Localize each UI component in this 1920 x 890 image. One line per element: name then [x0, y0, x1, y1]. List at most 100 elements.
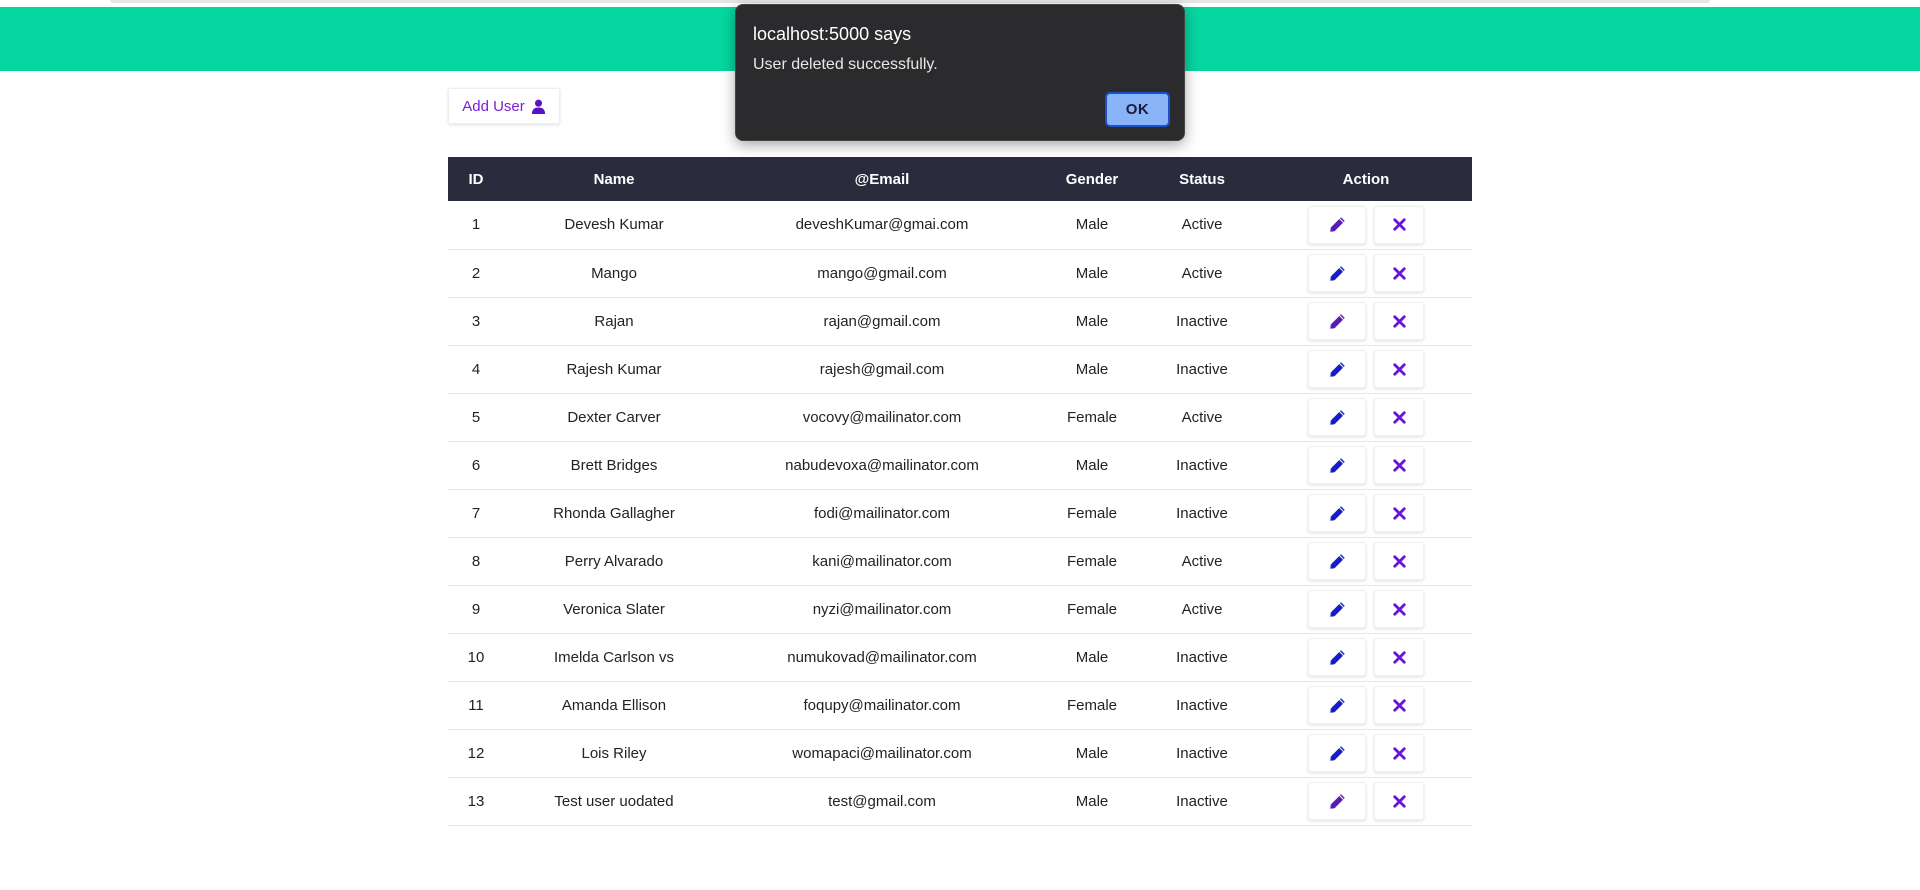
pencil-icon: [1329, 553, 1345, 569]
table-row: 5 Dexter Carver vocovy@mailinator.com Femal…: [448, 393, 1472, 441]
header-gender: Gender: [1065, 170, 1119, 188]
delete-button[interactable]: [1374, 542, 1424, 580]
delete-button[interactable]: [1374, 446, 1424, 484]
delete-button[interactable]: [1374, 302, 1424, 340]
edit-button[interactable]: [1308, 205, 1366, 244]
cell-gender: Female: [1066, 408, 1118, 426]
table-header-row: ID Name @Email Gender Status Action: [448, 157, 1472, 201]
edit-button[interactable]: [1308, 686, 1366, 724]
cell-actions: [1260, 441, 1472, 489]
cell-name: Mango: [591, 264, 637, 282]
header-status: Status: [1179, 170, 1225, 188]
cell-status: Inactive: [1176, 792, 1228, 810]
delete-button[interactable]: [1374, 638, 1424, 676]
cell-name: Rajan: [594, 312, 634, 330]
dialog-title: localhost:5000 says: [753, 24, 912, 44]
cell-status: Inactive: [1176, 360, 1228, 378]
edit-button[interactable]: [1308, 302, 1366, 340]
table-row: 4 Rajesh Kumar rajesh@gmail.com Male Inactiv…: [448, 345, 1472, 393]
row-actions: [1260, 494, 1472, 532]
cell-status: Active: [1181, 408, 1223, 426]
edit-button[interactable]: [1308, 590, 1366, 628]
cell-actions: [1260, 537, 1472, 585]
delete-button[interactable]: [1374, 205, 1424, 244]
cell-status: Inactive: [1176, 312, 1228, 330]
cell-name: Lois Riley: [581, 744, 647, 762]
close-icon: [1392, 362, 1406, 376]
cell-gender: Male: [1075, 360, 1109, 378]
cell-actions: [1260, 201, 1472, 249]
edit-button[interactable]: [1308, 494, 1366, 532]
cell-email: vocovy@mailinator.com: [802, 408, 962, 426]
cell-status: Active: [1181, 264, 1223, 282]
delete-button[interactable]: [1374, 686, 1424, 724]
pencil-icon: [1329, 217, 1345, 232]
cell-email: rajesh@gmail.com: [819, 360, 945, 378]
pencil-icon: [1329, 601, 1345, 617]
cell-gender: Male: [1075, 648, 1109, 666]
delete-button[interactable]: [1374, 782, 1424, 820]
delete-button[interactable]: [1374, 398, 1424, 436]
cell-email: mango@gmail.com: [817, 264, 947, 282]
edit-button[interactable]: [1308, 350, 1366, 388]
edit-button[interactable]: [1308, 542, 1366, 580]
cell-id: 13: [467, 792, 485, 810]
cell-actions: [1260, 777, 1472, 825]
pencil-icon: [1329, 505, 1345, 521]
cell-id: 6: [471, 456, 481, 474]
row-actions: [1260, 446, 1472, 484]
add-user-button[interactable]: Add User: [448, 88, 560, 124]
users-table-container: ID Name @Email Gender Status Action 1 Dev…: [448, 157, 1472, 826]
ok-button[interactable]: OK: [1105, 92, 1170, 127]
row-actions: [1260, 542, 1472, 580]
edit-button[interactable]: [1308, 254, 1366, 292]
delete-button[interactable]: [1374, 734, 1424, 772]
row-actions: [1260, 398, 1472, 436]
alert-dialog: localhost:5000 says User deleted success…: [735, 4, 1185, 141]
close-icon: [1392, 602, 1406, 616]
close-icon: [1392, 266, 1406, 280]
cell-gender: Female: [1066, 552, 1118, 570]
cell-gender: Male: [1075, 744, 1109, 762]
row-actions: [1260, 638, 1472, 676]
add-user-label: Add User: [462, 97, 525, 115]
cell-actions: [1260, 633, 1472, 681]
cell-gender: Male: [1075, 216, 1109, 234]
edit-button[interactable]: [1308, 446, 1366, 484]
pencil-icon: [1329, 265, 1345, 281]
cell-id: 4: [471, 360, 481, 378]
delete-button[interactable]: [1374, 494, 1424, 532]
cell-actions: [1260, 585, 1472, 633]
cell-email: womapaci@mailinator.com: [792, 744, 972, 762]
cell-id: 8: [471, 552, 481, 570]
close-icon: [1392, 794, 1406, 808]
cell-id: 10: [467, 648, 485, 666]
close-icon: [1392, 410, 1406, 424]
header-id: ID: [468, 170, 484, 188]
table-row: 7 Rhonda Gallagher fodi@mailinator.com Fema…: [448, 489, 1472, 537]
cell-email: test@gmail.com: [828, 792, 936, 810]
close-icon: [1392, 746, 1406, 760]
delete-button[interactable]: [1374, 350, 1424, 388]
cell-status: Active: [1181, 552, 1223, 570]
delete-button[interactable]: [1374, 590, 1424, 628]
edit-button[interactable]: [1308, 638, 1366, 676]
edit-button[interactable]: [1308, 734, 1366, 772]
dialog-message: User deleted successfully.: [753, 56, 938, 73]
delete-button[interactable]: [1374, 254, 1424, 292]
cell-id: 12: [467, 744, 485, 762]
cell-gender: Male: [1075, 312, 1109, 330]
cell-gender: Male: [1075, 456, 1109, 474]
cell-actions: [1260, 393, 1472, 441]
users-table: ID Name @Email Gender Status Action 1 Dev…: [448, 157, 1472, 826]
cell-id: 11: [468, 696, 484, 714]
user-icon: [531, 99, 545, 114]
edit-button[interactable]: [1308, 398, 1366, 436]
edit-button[interactable]: [1308, 782, 1366, 820]
header-action: Action: [1342, 170, 1390, 188]
cell-actions: [1260, 489, 1472, 537]
pencil-icon: [1329, 793, 1345, 809]
cell-email: deveshKumar@gmai.com: [795, 216, 969, 234]
table-row: 1 Devesh Kumar deveshKumar@gmai.com Male Act…: [448, 201, 1472, 249]
cell-id: 1: [471, 216, 481, 234]
